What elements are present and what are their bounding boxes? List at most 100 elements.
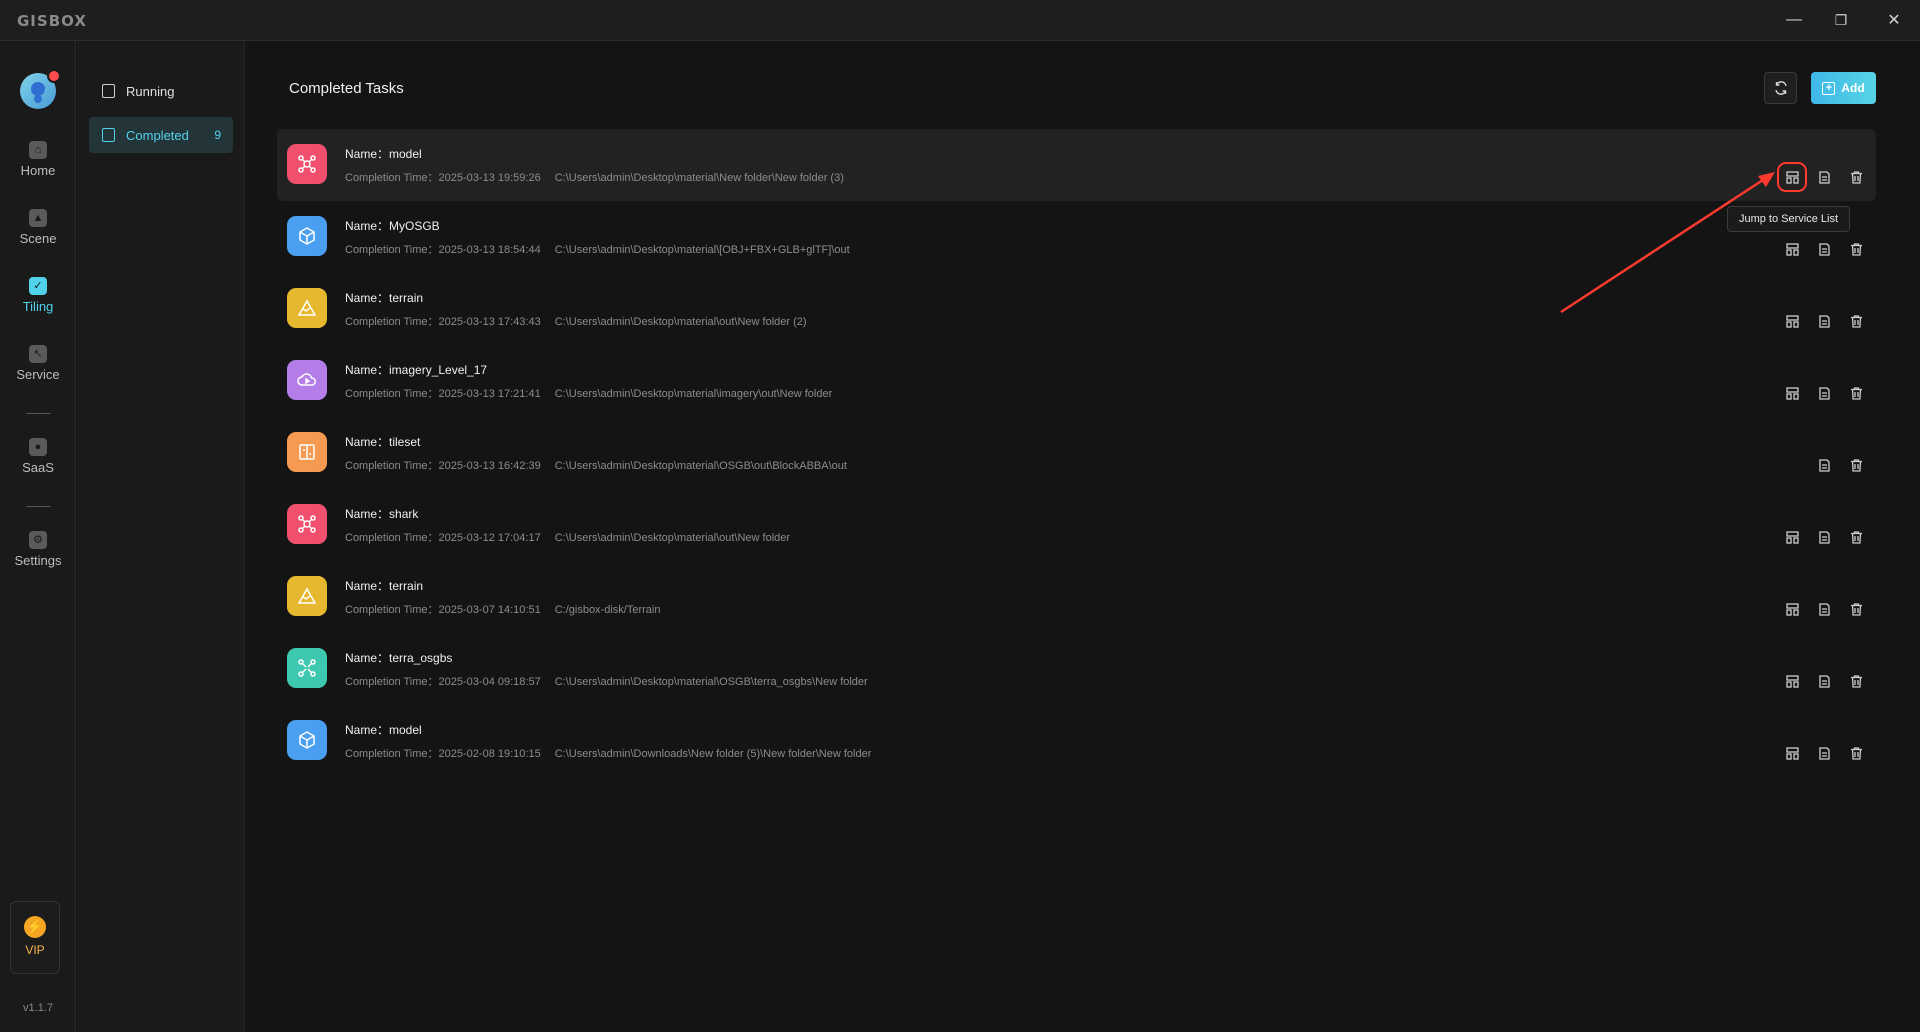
settings-icon: ⚙ [29, 531, 47, 549]
refresh-button[interactable] [1764, 72, 1797, 104]
page-title: Completed Tasks [289, 80, 404, 97]
running-document-icon [102, 84, 115, 98]
cube-icon [287, 720, 327, 760]
output-path: C:\Users\admin\Desktop\material\imagery\… [554, 388, 833, 400]
nav-home-label: Home [20, 163, 56, 178]
task-row[interactable]: Name：imagery_Level_17 Completion Time：202… [277, 345, 1876, 417]
completion-time: 2025-03-13 18:54:44 [438, 244, 541, 256]
scene-icon: ▲ [29, 209, 47, 227]
jump-to-service-list-icon[interactable] [1784, 745, 1800, 761]
view-log-icon[interactable] [1816, 673, 1832, 689]
subnav-completed[interactable]: Completed 9 [89, 117, 233, 153]
delete-icon[interactable] [1848, 673, 1864, 689]
nav-service[interactable]: ↖ Service [0, 345, 76, 382]
task-meta: Completion Time：2025-03-13 16:42:39 C:\Us… [345, 457, 847, 473]
osgb-icon [287, 648, 327, 688]
nav-home[interactable]: ⌂ Home [0, 141, 76, 178]
completion-time-label: Completion Time： [345, 676, 439, 688]
task-row[interactable]: Name：tileset Completion Time：2025-03-13 1… [277, 417, 1876, 489]
rail-divider [26, 413, 51, 414]
main-navigation-rail: ⌂ Home ▲ Scene ✓ Tiling ↖ Service ● SaaS… [0, 41, 76, 1032]
view-log-icon[interactable] [1816, 169, 1832, 185]
vip-label: VIP [25, 943, 45, 957]
completion-time-label: Completion Time： [345, 460, 439, 472]
model-icon [287, 504, 327, 544]
task-row[interactable]: Name：model Completion Time：2025-03-13 19:… [277, 129, 1876, 201]
delete-icon[interactable] [1848, 313, 1864, 329]
nav-scene[interactable]: ▲ Scene [0, 209, 76, 246]
nav-scene-label: Scene [19, 231, 57, 246]
jump-to-service-list-icon[interactable] [1777, 162, 1807, 192]
task-name: Name：model [345, 723, 422, 737]
completion-time-label: Completion Time： [345, 748, 439, 760]
delete-icon[interactable] [1848, 601, 1864, 617]
nav-saas[interactable]: ● SaaS [0, 438, 76, 475]
jump-to-service-list-icon[interactable] [1784, 673, 1800, 689]
output-path: C:\Users\admin\Desktop\material\OSGB\ter… [554, 676, 868, 688]
task-name: Name：terra_osgbs [345, 651, 453, 665]
completion-time-label: Completion Time： [345, 244, 439, 256]
completion-time: 2025-03-13 16:42:39 [438, 460, 541, 472]
completion-time: 2025-03-04 09:18:57 [438, 676, 541, 688]
view-log-icon[interactable] [1816, 313, 1832, 329]
task-actions [1784, 745, 1864, 763]
jump-to-service-list-icon[interactable] [1784, 385, 1800, 401]
nav-settings[interactable]: ⚙ Settings [0, 531, 76, 568]
task-name: Name：model [345, 147, 422, 161]
view-log-icon[interactable] [1816, 385, 1832, 401]
task-meta: Completion Time：2025-03-13 17:21:41 C:\Us… [345, 385, 832, 401]
add-button-label: Add [1841, 81, 1865, 95]
completion-time: 2025-03-07 14:10:51 [438, 604, 541, 616]
delete-icon[interactable] [1848, 241, 1864, 257]
subnav-running[interactable]: Running [89, 73, 233, 109]
delete-icon[interactable] [1848, 529, 1864, 545]
view-log-icon[interactable] [1816, 601, 1832, 617]
view-log-icon[interactable] [1816, 745, 1832, 761]
task-meta: Completion Time：2025-03-12 17:04:17 C:\Us… [345, 529, 790, 545]
home-icon: ⌂ [29, 141, 47, 159]
completion-time-label: Completion Time： [345, 604, 439, 616]
tiling-icon: ✓ [29, 277, 47, 295]
terrain-icon [287, 576, 327, 616]
delete-icon[interactable] [1848, 457, 1864, 473]
add-task-button[interactable]: + Add [1811, 72, 1876, 104]
task-row[interactable]: Name：terrain Completion Time：2025-03-07 1… [277, 561, 1876, 633]
jump-to-service-list-icon[interactable] [1784, 529, 1800, 545]
service-icon: ↖ [29, 345, 47, 363]
model-icon [287, 144, 327, 184]
task-actions [1784, 241, 1864, 259]
jump-to-service-list-icon[interactable] [1784, 241, 1800, 257]
task-name: Name：terrain [345, 291, 424, 305]
delete-icon[interactable] [1848, 745, 1864, 761]
view-log-icon[interactable] [1816, 529, 1832, 545]
close-button[interactable]: ✕ [1881, 8, 1907, 32]
task-row[interactable]: Name：shark Completion Time：2025-03-12 17:… [277, 489, 1876, 561]
completed-count: 9 [214, 128, 221, 142]
task-row[interactable]: Name：terra_osgbs Completion Time：2025-03-… [277, 633, 1876, 705]
tiling-subnav: Running Completed 9 [77, 41, 245, 1032]
subnav-completed-label: Completed [126, 127, 189, 143]
task-actions [1784, 385, 1864, 403]
nav-tiling[interactable]: ✓ Tiling [0, 277, 76, 314]
completion-time-label: Completion Time： [345, 388, 439, 400]
completion-time-label: Completion Time： [345, 172, 439, 184]
delete-icon[interactable] [1848, 385, 1864, 401]
task-actions [1784, 601, 1864, 619]
minimize-button[interactable]: — [1781, 8, 1807, 32]
task-row[interactable]: Name：model Completion Time：2025-02-08 19:… [277, 705, 1876, 777]
task-row[interactable]: Name：MyOSGB Completion Time：2025-03-13 18… [277, 201, 1876, 273]
jump-to-service-list-icon[interactable] [1784, 313, 1800, 329]
view-log-icon[interactable] [1816, 457, 1832, 473]
view-log-icon[interactable] [1816, 241, 1832, 257]
delete-icon[interactable] [1848, 169, 1864, 185]
jump-to-service-list-icon[interactable] [1784, 601, 1800, 617]
task-name: Name：shark [345, 507, 419, 521]
vip-button[interactable]: ⚡ VIP [10, 901, 60, 974]
terrain-icon [287, 288, 327, 328]
output-path: C:\Users\admin\Desktop\material\OSGB\out… [554, 460, 847, 472]
output-path: C:\Users\admin\Downloads\New folder (5)\… [554, 748, 872, 760]
completion-time: 2025-03-13 17:21:41 [438, 388, 541, 400]
task-row[interactable]: Name：terrain Completion Time：2025-03-13 1… [277, 273, 1876, 345]
restore-button[interactable]: ❐ [1828, 8, 1854, 32]
task-actions [1784, 673, 1864, 691]
